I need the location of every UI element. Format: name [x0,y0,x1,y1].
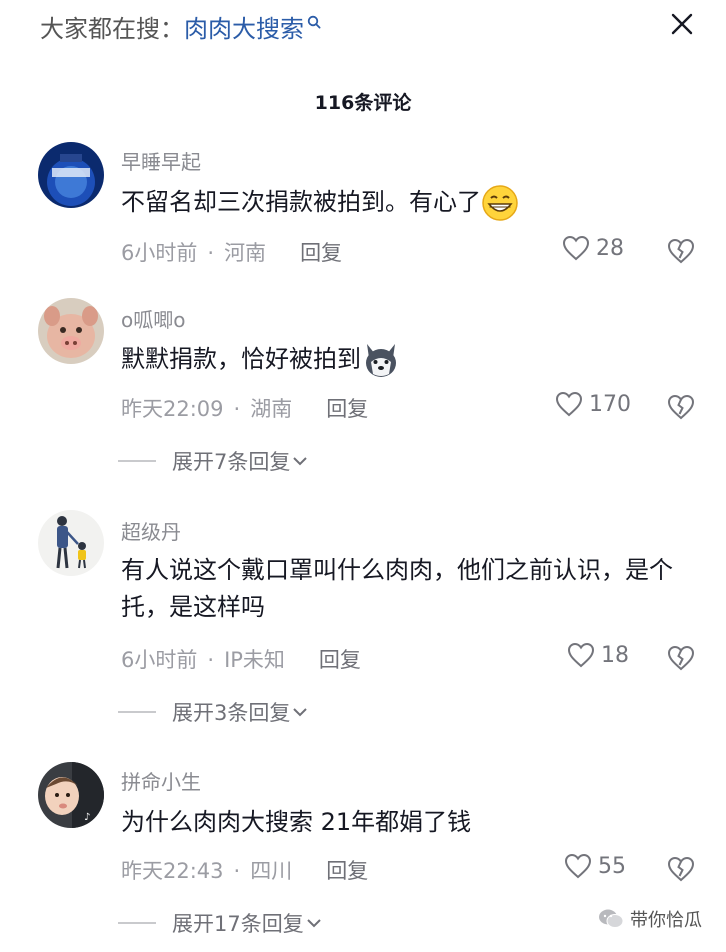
comment-time: 6小时前 [121,648,198,672]
meta-separator: · [207,648,215,672]
comment-text: 默默捐款，恰好被拍到 [121,340,681,380]
comment-username[interactable]: 拼命小生 [121,766,201,795]
chevron-down-icon [293,457,308,466]
expand-divider [118,460,156,462]
like-button[interactable]: 55 [564,853,626,879]
comment-time: 昨天22:43 [121,859,224,883]
comment-username[interactable]: 超级丹 [121,516,181,545]
meta-separator: · [207,241,215,265]
broken-heart-icon [667,394,695,420]
comment-meta: 昨天22:09 · 湖南 回复 [121,393,368,423]
reply-button[interactable]: 回复 [326,397,368,421]
heart-icon [555,391,583,417]
comment-meta: 6小时前 · IP未知 回复 [121,644,361,674]
search-icon [307,15,321,29]
search-hint[interactable]: 大家都在搜：肉肉大搜索 [40,12,321,46]
comment-text: 为什么肉肉大搜索 21年都娟了钱 [121,808,472,836]
comment-location: 河南 [224,241,267,265]
comment-meta: 昨天22:43 · 四川 回复 [121,855,368,885]
comment-text: 不留名却三次捐款被拍到。有心了 [121,184,681,222]
watermark-text: 带你恰瓜 [630,910,702,931]
reply-button[interactable]: 回复 [326,859,368,883]
broken-heart-icon [667,645,695,671]
comment-location: 湖南 [250,397,293,421]
expand-replies-label: 展开3条回复 [172,701,291,725]
meta-separator: · [233,397,241,421]
expand-divider [118,711,156,713]
avatar[interactable] [38,298,104,364]
meta-separator: · [233,859,241,883]
avatar[interactable] [38,142,104,208]
close-button[interactable] [664,6,700,42]
comment-meta: 6小时前 · 河南 回复 [121,237,342,267]
comment-location: IP未知 [224,648,285,672]
heart-icon [562,235,590,261]
like-count: 55 [598,853,626,879]
dislike-button[interactable] [666,643,696,673]
comment-text-content: 不留名却三次捐款被拍到。有心了 [121,188,481,216]
like-count: 18 [601,642,629,668]
like-button[interactable]: 18 [567,642,629,668]
comment-count: 116条评论 [314,92,412,114]
chevron-down-icon [307,919,321,928]
like-count: 170 [589,391,631,417]
svg-text:♪: ♪ [84,812,90,823]
expand-replies-button[interactable]: 展开17条回复 [118,908,322,938]
expand-replies-label: 展开7条回复 [172,450,291,474]
like-button[interactable]: 170 [555,391,631,417]
reply-button[interactable]: 回复 [319,648,361,672]
wechat-logo-icon [599,909,624,928]
expand-divider [118,922,156,924]
broken-heart-icon [667,856,695,882]
dislike-button[interactable] [666,236,696,266]
comment-text-content: 默默捐款，恰好被拍到 [121,345,361,373]
expand-replies-button[interactable]: 展开3条回复 [118,697,308,727]
comment-username[interactable]: o呱唧o [121,304,185,333]
search-hint-term[interactable]: 肉肉大搜索 [184,15,304,43]
husky-emoji-icon [366,344,396,377]
dislike-button[interactable] [666,854,696,884]
reply-button[interactable]: 回复 [300,241,342,265]
top-bar: 大家都在搜：肉肉大搜索 [0,0,726,60]
comment-username[interactable]: 早睡早起 [121,146,201,175]
like-count: 28 [596,235,624,261]
broken-heart-icon [667,238,695,264]
comment-text: 有人说这个戴口罩叫什么肉肉，他们之前认识，是个托，是这样吗 [121,556,673,621]
expand-replies-label: 展开17条回复 [172,912,304,936]
watermark: 带你恰瓜 [598,906,702,932]
dislike-button[interactable] [666,392,696,422]
comment-time: 昨天22:09 [121,397,224,421]
close-icon [671,13,693,35]
avatar[interactable]: ♪ [38,762,104,828]
comment-time: 6小时前 [121,241,198,265]
like-button[interactable]: 28 [562,235,624,261]
heart-icon [564,853,592,879]
comment-location: 四川 [250,859,293,883]
expand-replies-button[interactable]: 展开7条回复 [118,446,308,476]
chevron-down-icon [293,708,308,717]
heart-icon [567,642,595,668]
grin-emoji-icon [482,185,518,221]
search-hint-prefix: 大家都在搜： [40,15,184,43]
avatar[interactable] [38,510,104,576]
